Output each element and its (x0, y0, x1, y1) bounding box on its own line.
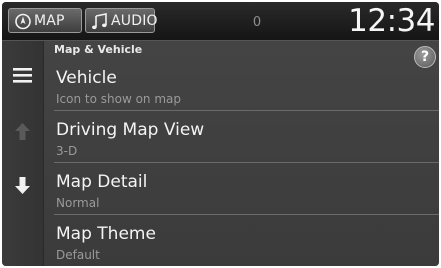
divider (54, 214, 439, 215)
audio-button[interactable]: AUDIO (85, 8, 158, 33)
section-title: Map & Vehicle (54, 43, 143, 56)
map-button[interactable]: MAP (8, 8, 82, 33)
item-title: Map Theme (56, 224, 156, 244)
arrow-down-icon[interactable] (10, 173, 35, 198)
nav-screen: MAP AUDIO 0 12:34 Map & Vehicle ? Vehicl… (2, 2, 439, 266)
audio-button-label: AUDIO (111, 13, 158, 29)
divider (54, 162, 439, 163)
arrow-up-icon[interactable] (10, 119, 35, 144)
item-title: Driving Map View (56, 120, 205, 140)
settings-list: Map & Vehicle ? Vehicle Icon to show on … (43, 41, 439, 266)
music-note-icon (92, 13, 107, 30)
item-title: Map Detail (56, 172, 148, 192)
navigation-compass-icon (15, 13, 31, 30)
left-rail (2, 41, 43, 266)
list-item-driving-map-view[interactable]: Driving Map View 3-D (44, 113, 439, 163)
item-value: Normal (56, 196, 100, 210)
item-title: Vehicle (56, 68, 117, 88)
item-value: 3-D (56, 144, 78, 158)
list-item-vehicle[interactable]: Vehicle Icon to show on map (44, 61, 439, 111)
hamburger-menu-icon[interactable] (10, 63, 35, 88)
divider (54, 110, 439, 111)
clock: 12:34 (348, 3, 435, 39)
message-count: 0 (252, 15, 262, 30)
list-item-map-theme[interactable]: Map Theme Default (44, 217, 439, 266)
list-item-map-detail[interactable]: Map Detail Normal (44, 165, 439, 215)
item-value: Default (56, 248, 100, 262)
map-button-label: MAP (34, 13, 65, 29)
item-value: Icon to show on map (56, 92, 182, 106)
top-bar: MAP AUDIO 0 12:34 (2, 2, 439, 41)
